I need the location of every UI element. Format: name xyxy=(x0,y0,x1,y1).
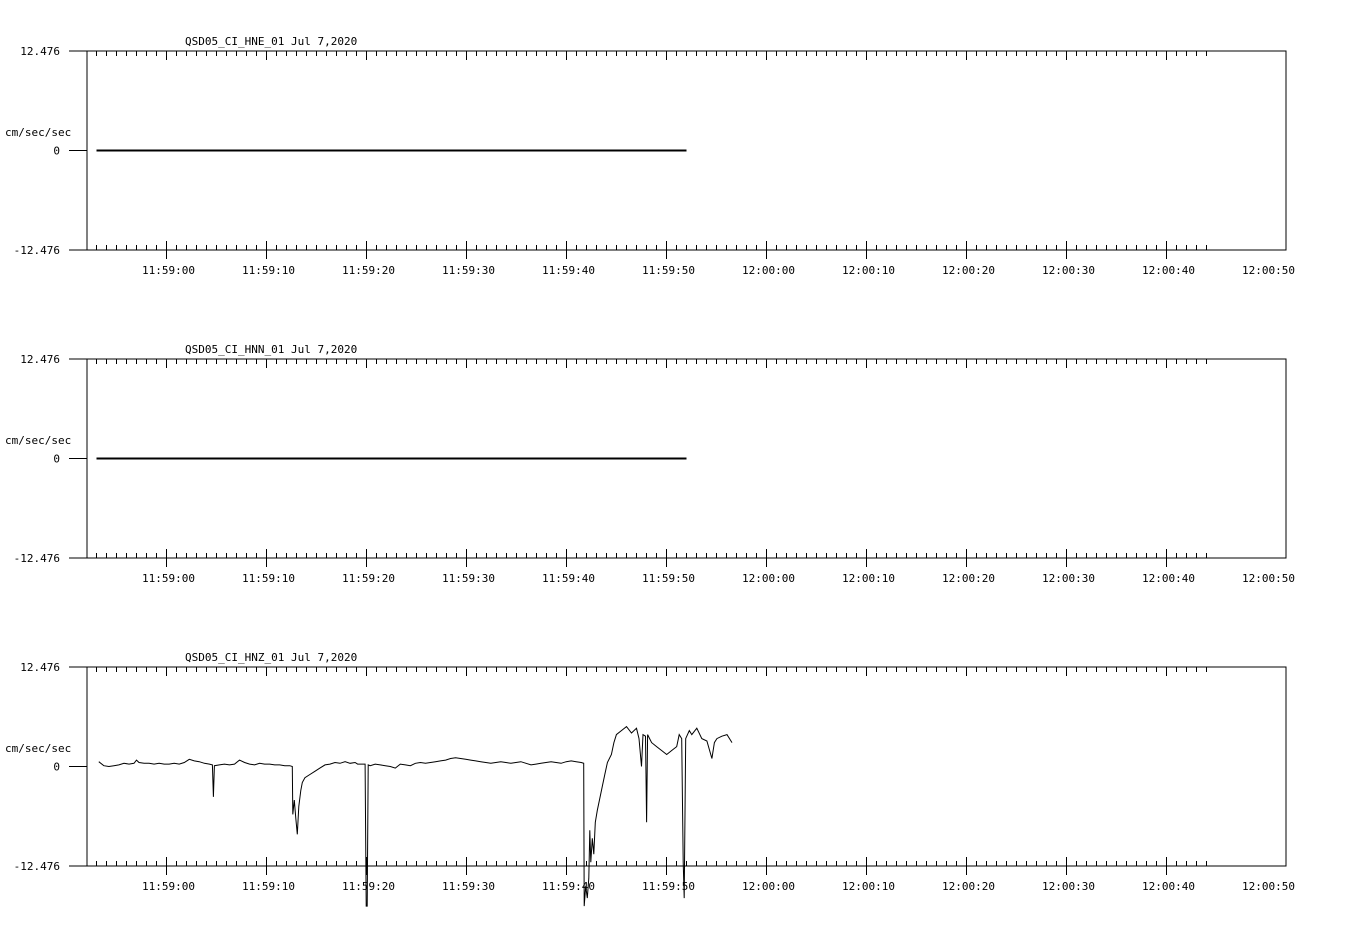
y-tick-label: 0 xyxy=(53,145,60,158)
x-tick-label: 12:00:00 xyxy=(742,572,795,585)
x-tick-label: 12:00:00 xyxy=(742,264,795,277)
y-tick-label: 12.476 xyxy=(20,353,60,366)
x-tick-label: 12:00:30 xyxy=(1042,264,1095,277)
x-tick-label: 11:59:50 xyxy=(642,264,695,277)
x-tick-label: 12:00:50 xyxy=(1242,880,1295,893)
x-tick-label: 11:59:00 xyxy=(142,572,195,585)
x-tick-label: 12:00:00 xyxy=(742,880,795,893)
x-tick-label: 11:59:50 xyxy=(642,572,695,585)
y-axis-label: cm/sec/sec xyxy=(5,742,71,755)
x-tick-label: 11:59:10 xyxy=(242,264,295,277)
y-tick-label: -12.476 xyxy=(14,552,60,565)
y-tick-label: -12.476 xyxy=(14,244,60,257)
x-tick-label: 12:00:40 xyxy=(1142,880,1195,893)
x-tick-label: 11:59:50 xyxy=(642,880,695,893)
x-tick-label: 12:00:50 xyxy=(1242,572,1295,585)
y-tick-label: 12.476 xyxy=(20,45,60,58)
x-tick-label: 11:59:30 xyxy=(442,880,495,893)
x-tick-label: 12:00:30 xyxy=(1042,572,1095,585)
y-tick-label: 12.476 xyxy=(20,661,60,674)
x-tick-label: 12:00:10 xyxy=(842,880,895,893)
panel-title: QSD05_CI_HNZ_01 Jul 7,2020 xyxy=(185,651,357,664)
y-tick-label: 0 xyxy=(53,761,60,774)
x-tick-label: 11:59:10 xyxy=(242,572,295,585)
x-tick-label: 11:59:20 xyxy=(342,572,395,585)
x-tick-label: 11:59:30 xyxy=(442,264,495,277)
x-tick-label: 11:59:30 xyxy=(442,572,495,585)
x-tick-label: 12:00:30 xyxy=(1042,880,1095,893)
panel-frame xyxy=(86,666,1287,867)
y-axis-label: cm/sec/sec xyxy=(5,126,71,139)
y-tick-label: 0 xyxy=(53,453,60,466)
x-tick-label: 12:00:20 xyxy=(942,264,995,277)
seismogram-svg: QSD05_CI_HNE_01 Jul 7,2020 cm/sec/sec 12.4… xyxy=(5,35,1295,907)
x-tick-label: 12:00:10 xyxy=(842,572,895,585)
x-tick-label: 12:00:40 xyxy=(1142,264,1195,277)
x-tick-label: 11:59:00 xyxy=(142,264,195,277)
x-tick-label: 12:00:40 xyxy=(1142,572,1195,585)
x-tick-label: 12:00:10 xyxy=(842,264,895,277)
x-tick-label: 11:59:20 xyxy=(342,264,395,277)
x-tick-label: 11:59:40 xyxy=(542,264,595,277)
seismogram-figure: QSD05_CI_HNE_01 Jul 7,2020 cm/sec/sec 12.4… xyxy=(0,0,1358,924)
x-tick-label: 12:00:20 xyxy=(942,572,995,585)
x-tick-label: 12:00:20 xyxy=(942,880,995,893)
x-tick-label: 11:59:00 xyxy=(142,880,195,893)
y-axis-label: cm/sec/sec xyxy=(5,434,71,447)
panel-title: QSD05_CI_HNE_01 Jul 7,2020 xyxy=(185,35,357,48)
x-tick-label: 11:59:40 xyxy=(542,880,595,893)
x-tick-label: 11:59:10 xyxy=(242,880,295,893)
panel-title: QSD05_CI_HNN_01 Jul 7,2020 xyxy=(185,343,357,356)
x-tick-label: 11:59:20 xyxy=(342,880,395,893)
x-tick-label: 11:59:40 xyxy=(542,572,595,585)
x-tick-label: 12:00:50 xyxy=(1242,264,1295,277)
y-tick-label: -12.476 xyxy=(14,860,60,873)
